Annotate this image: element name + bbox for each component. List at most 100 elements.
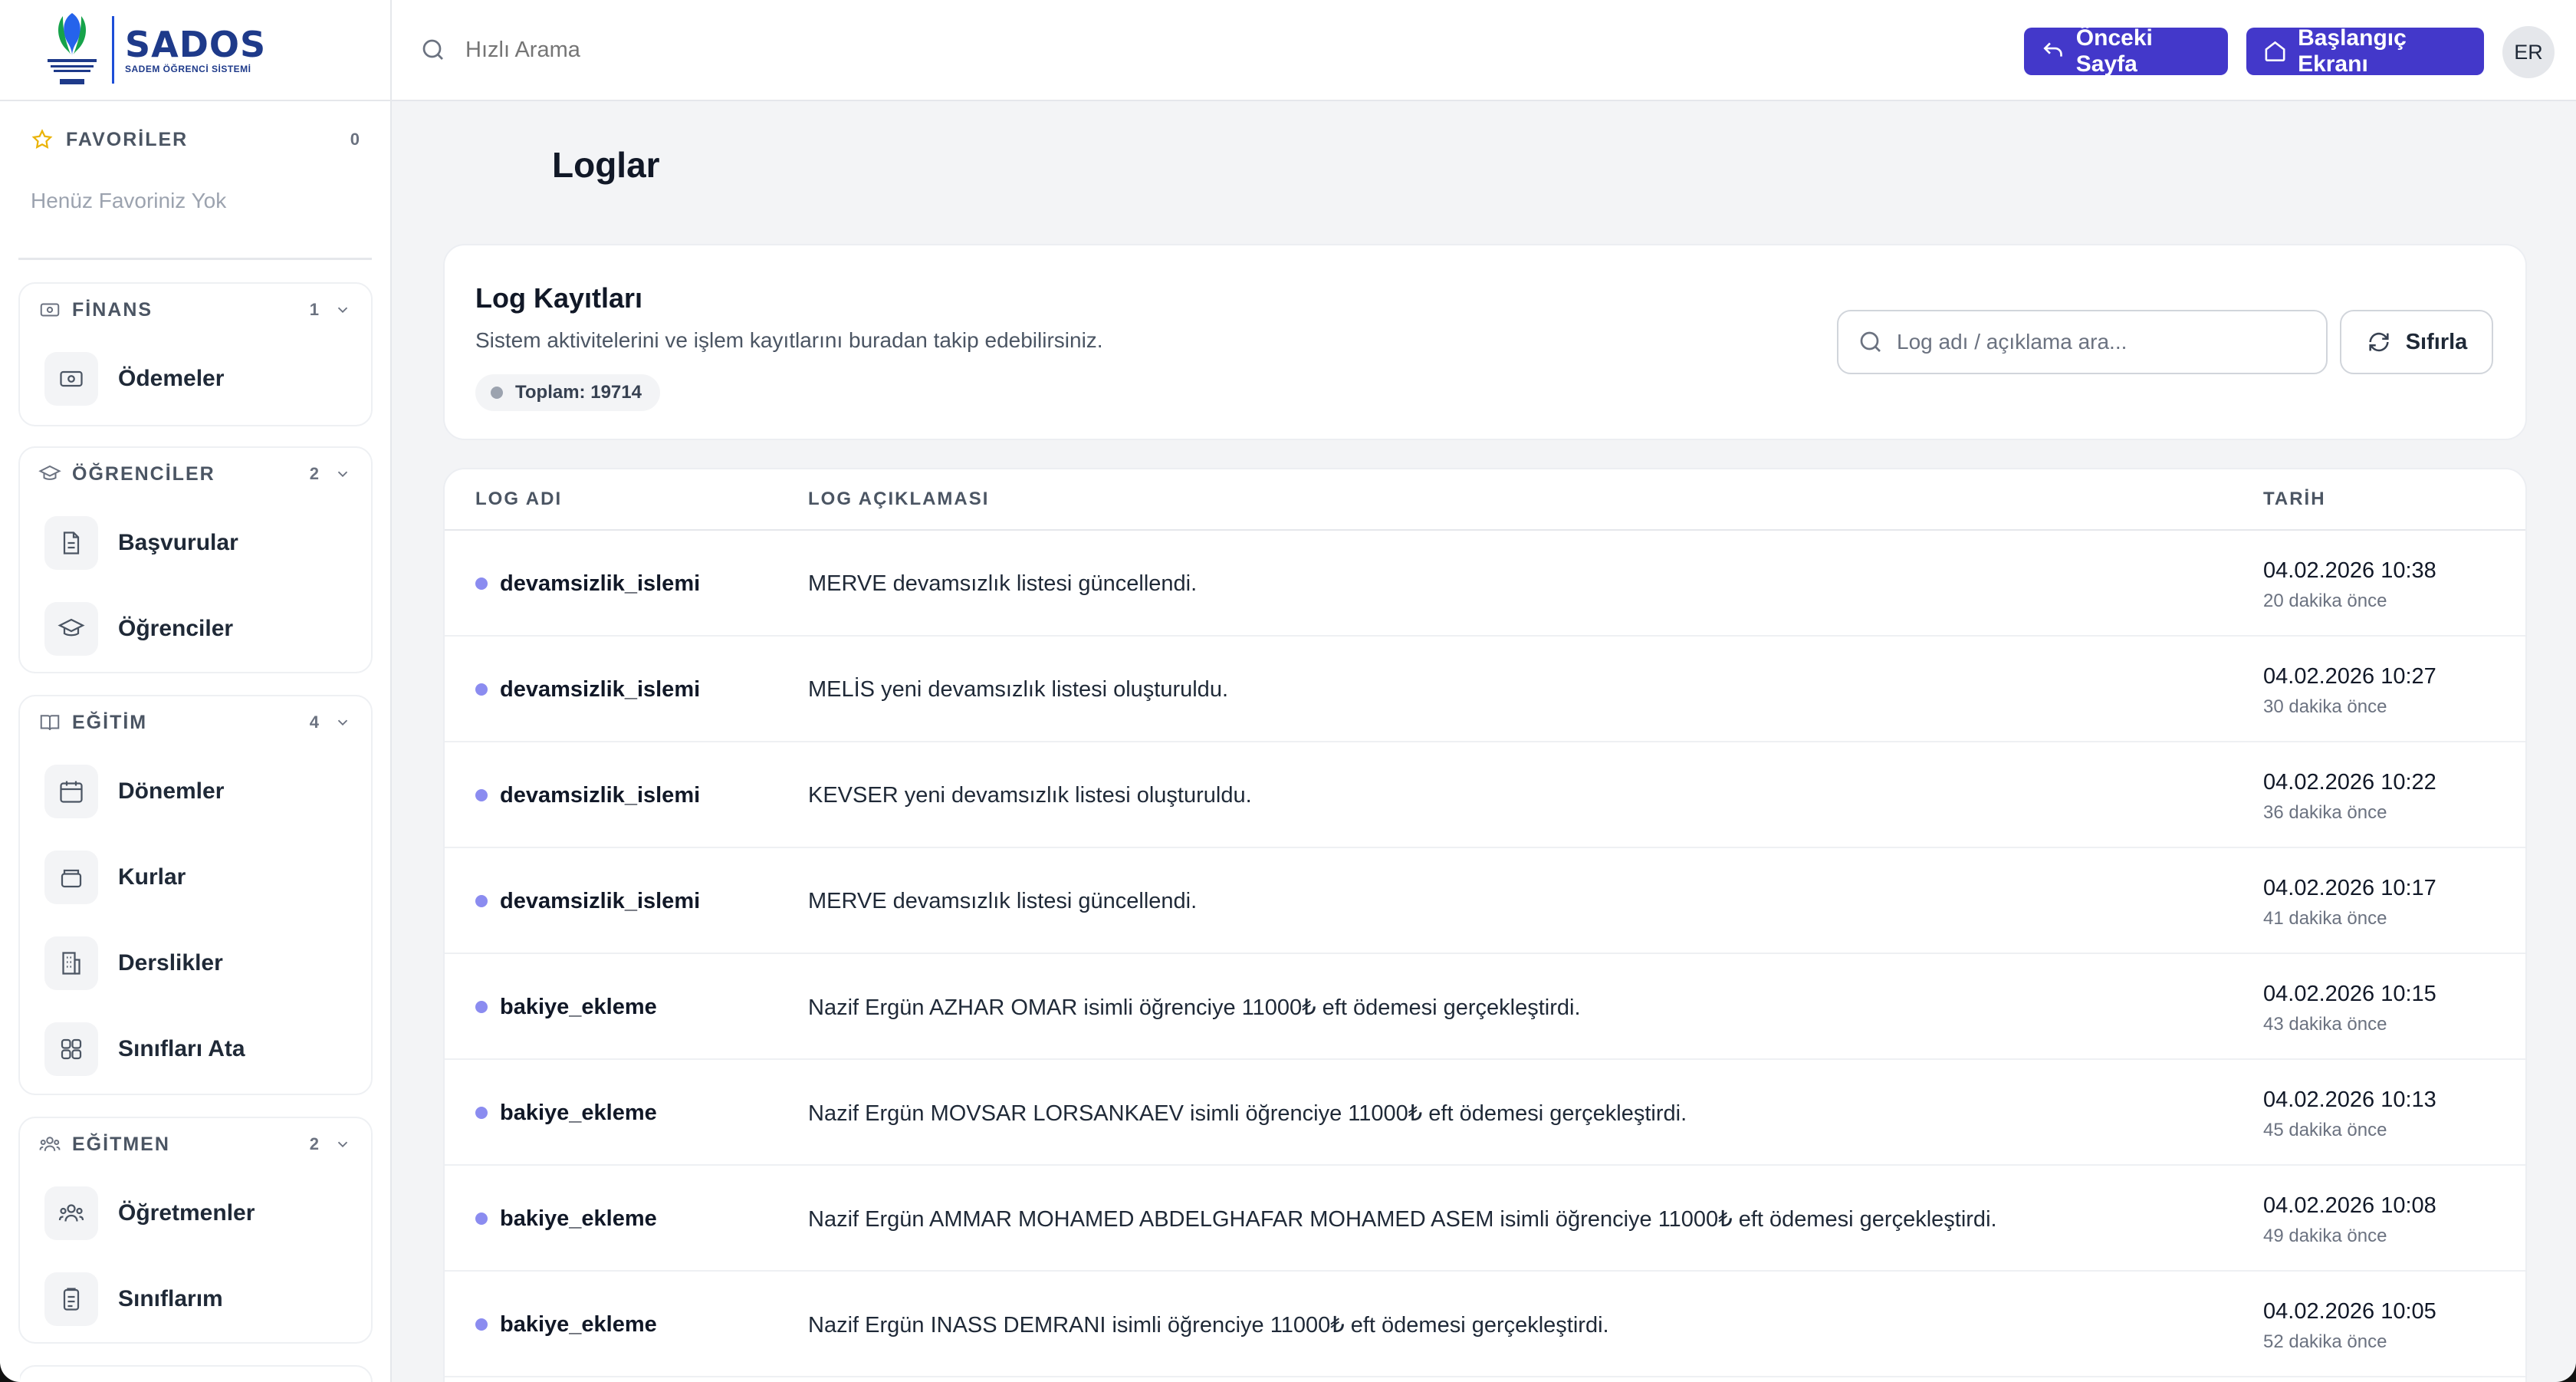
table-row[interactable]: devamsizlik_islemi MELİS yeni devamsızlı… bbox=[445, 637, 2525, 742]
group-count: 2 bbox=[309, 464, 319, 483]
table-row[interactable]: bakiye_ekleme Nazif Ergün INASS DEMRANI … bbox=[445, 1272, 2525, 1377]
log-name: bakiye_ekleme bbox=[500, 994, 657, 1019]
bullet-dot bbox=[475, 1213, 488, 1225]
sidebar-group-header-finans[interactable]: FİNANS 1 bbox=[20, 284, 371, 336]
column-header-log-name[interactable]: LOG ADI bbox=[475, 489, 562, 510]
money-icon bbox=[44, 352, 98, 406]
favorites-empty-text: Henüz Favoriniz Yok bbox=[31, 189, 227, 212]
group-title: FİNANS bbox=[72, 298, 153, 321]
previous-page-button[interactable]: Önceki Sayfa bbox=[2024, 25, 2228, 77]
log-date: 04.02.2026 10:17 bbox=[2263, 876, 2436, 900]
page-title: Loglar bbox=[552, 145, 660, 185]
logo-text: SADOS SADEM ÖĞRENCİ SİSTEMİ bbox=[125, 25, 266, 74]
table-header: LOG ADI LOG AÇIKLAMASI TARİH bbox=[445, 469, 2525, 531]
sidebar-item-kurlar[interactable]: Kurlar bbox=[20, 834, 371, 920]
log-description: MERVE devamsızlık listesi güncellendi. bbox=[808, 888, 1198, 913]
card-title: Log Kayıtları bbox=[475, 282, 643, 314]
bullet-dot bbox=[475, 683, 488, 696]
sidebar-item-donemler[interactable]: Dönemler bbox=[20, 749, 371, 834]
log-search-input[interactable] bbox=[1897, 330, 2311, 354]
table-row[interactable]: bakiye_ekleme Nazif Ergün MOVSAR LORSANK… bbox=[445, 1060, 2525, 1166]
bullet-dot bbox=[475, 789, 488, 801]
bullet-dot bbox=[475, 1107, 488, 1119]
chevron-down-icon bbox=[337, 307, 348, 314]
log-name: bakiye_ekleme bbox=[500, 1311, 657, 1337]
sidebar-item-label: Sınıflarım bbox=[118, 1286, 223, 1311]
favorites-header[interactable]: FAVORİLER 0 bbox=[0, 109, 390, 170]
table-row[interactable]: devamsizlik_islemi MERVE devamsızlık lis… bbox=[445, 848, 2525, 954]
log-name: devamsizlik_islemi bbox=[500, 888, 701, 913]
app-logo[interactable]: SADOS SADEM ÖĞRENCİ SİSTEMİ bbox=[0, 0, 390, 101]
total-count-label: Toplam: 19714 bbox=[515, 382, 642, 403]
table-row[interactable]: devamsizlik_islemi MERVE devamsızlık lis… bbox=[445, 531, 2525, 637]
star-icon bbox=[31, 129, 53, 149]
sidebar-item-label: Başvurular bbox=[118, 530, 238, 555]
sidebar-item-ogrenciler[interactable]: Öğrenciler bbox=[20, 586, 371, 672]
sidebar-group-finans: FİNANS 1 Ödemeler bbox=[18, 282, 373, 426]
banknote-icon bbox=[40, 303, 60, 317]
logo-subtitle: SADEM ÖĞRENCİ SİSTEMİ bbox=[125, 64, 251, 74]
log-name-cell: devamsizlik_islemi bbox=[475, 531, 700, 637]
sidebar-item-siniflarim[interactable]: Sınıflarım bbox=[20, 1256, 371, 1342]
calendar-icon bbox=[44, 765, 98, 818]
sidebar-item-derslikler[interactable]: Derslikler bbox=[20, 920, 371, 1006]
sidebar-item-odemeler[interactable]: Ödemeler bbox=[20, 336, 371, 422]
column-header-date[interactable]: TARİH bbox=[2263, 489, 2326, 510]
log-date: 04.02.2026 10:08 bbox=[2263, 1193, 2436, 1218]
sidebar-group-egitim: EĞİTİM 4 Dönemler Kurlar Derslikler Sını… bbox=[18, 695, 373, 1095]
sidebar-item-basvurular[interactable]: Başvurular bbox=[20, 500, 371, 586]
group-count: 4 bbox=[309, 712, 319, 732]
log-name-cell: devamsizlik_islemi bbox=[475, 742, 700, 848]
sidebar-item-label: Kurlar bbox=[118, 864, 186, 890]
table-row[interactable]: devamsizlik_islemi KEVSER yeni devamsızl… bbox=[445, 742, 2525, 848]
sidebar-item-ogretmenler[interactable]: Öğretmenler bbox=[20, 1170, 371, 1256]
log-date: 04.02.2026 10:13 bbox=[2263, 1088, 2436, 1112]
book-icon bbox=[40, 715, 60, 731]
log-date: 04.02.2026 10:15 bbox=[2263, 982, 2436, 1006]
table-row[interactable]: bakiye_ekleme Nazif Ergün AZHAR OMAR isi… bbox=[445, 954, 2525, 1060]
log-relative-time: 41 dakika önce bbox=[2263, 908, 2387, 929]
group-title: EĞİTİM bbox=[72, 711, 148, 733]
favorites-count: 0 bbox=[350, 130, 360, 149]
log-name-cell: devamsizlik_islemi bbox=[475, 637, 700, 742]
avatar[interactable]: ER bbox=[2502, 26, 2555, 78]
search-icon bbox=[1860, 331, 1881, 352]
log-name: devamsizlik_islemi bbox=[500, 676, 701, 702]
log-search-field[interactable] bbox=[1837, 310, 2328, 374]
sidebar-group-header-ogrenciler[interactable]: ÖĞRENCİLER 2 bbox=[20, 448, 371, 500]
sidebar-group-partial bbox=[18, 1365, 373, 1382]
column-header-log-description[interactable]: LOG AÇIKLAMASI bbox=[808, 489, 989, 510]
log-date: 04.02.2026 10:22 bbox=[2263, 770, 2436, 795]
document-icon bbox=[44, 516, 98, 570]
group-title: EĞİTMEN bbox=[72, 1133, 170, 1155]
home-screen-label: Başlangıç Ekranı bbox=[2298, 25, 2407, 77]
chevron-down-icon bbox=[337, 1141, 348, 1148]
log-date: 04.02.2026 10:05 bbox=[2263, 1299, 2436, 1324]
log-relative-time: 30 dakika önce bbox=[2263, 696, 2387, 717]
window-corner bbox=[0, 1362, 20, 1382]
quick-search-input[interactable] bbox=[465, 37, 1539, 63]
log-description: MERVE devamsızlık listesi güncellendi. bbox=[808, 571, 1198, 596]
chevron-down-icon bbox=[337, 471, 348, 478]
sidebar-group-header-egitmen[interactable]: EĞİTMEN 2 bbox=[20, 1118, 371, 1170]
log-name-cell: bakiye_ekleme bbox=[475, 954, 657, 1060]
sidebar-item-label: Öğrenciler bbox=[118, 616, 234, 641]
search-icon bbox=[422, 39, 443, 60]
reset-button[interactable]: Sıfırla bbox=[2340, 310, 2493, 374]
building-icon bbox=[44, 936, 98, 990]
sidebar-group-header-egitim[interactable]: EĞİTİM 4 bbox=[20, 696, 371, 749]
log-name: bakiye_ekleme bbox=[500, 1206, 657, 1231]
sidebar-item-siniflari-ata[interactable]: Sınıfları Ata bbox=[20, 1006, 371, 1092]
log-name-cell: devamsizlik_islemi bbox=[475, 848, 700, 954]
log-records-card: Log Kayıtları Sistem aktivitelerini ve i… bbox=[443, 244, 2527, 440]
log-name: bakiye_ekleme bbox=[500, 1100, 657, 1125]
log-relative-time: 36 dakika önce bbox=[2263, 802, 2387, 823]
previous-page-label: Önceki Sayfa bbox=[2075, 25, 2153, 77]
table-row[interactable]: bakiye_ekleme Nazif Ergün AMMAR MOHAMED … bbox=[445, 1166, 2525, 1272]
log-name: devamsizlik_islemi bbox=[500, 571, 701, 596]
users-icon bbox=[39, 1137, 61, 1151]
log-relative-time: 20 dakika önce bbox=[2263, 591, 2387, 611]
log-date: 04.02.2026 10:27 bbox=[2263, 664, 2436, 689]
graduation-cap-icon bbox=[44, 602, 98, 656]
home-screen-button[interactable]: Başlangıç Ekranı bbox=[2246, 25, 2484, 77]
